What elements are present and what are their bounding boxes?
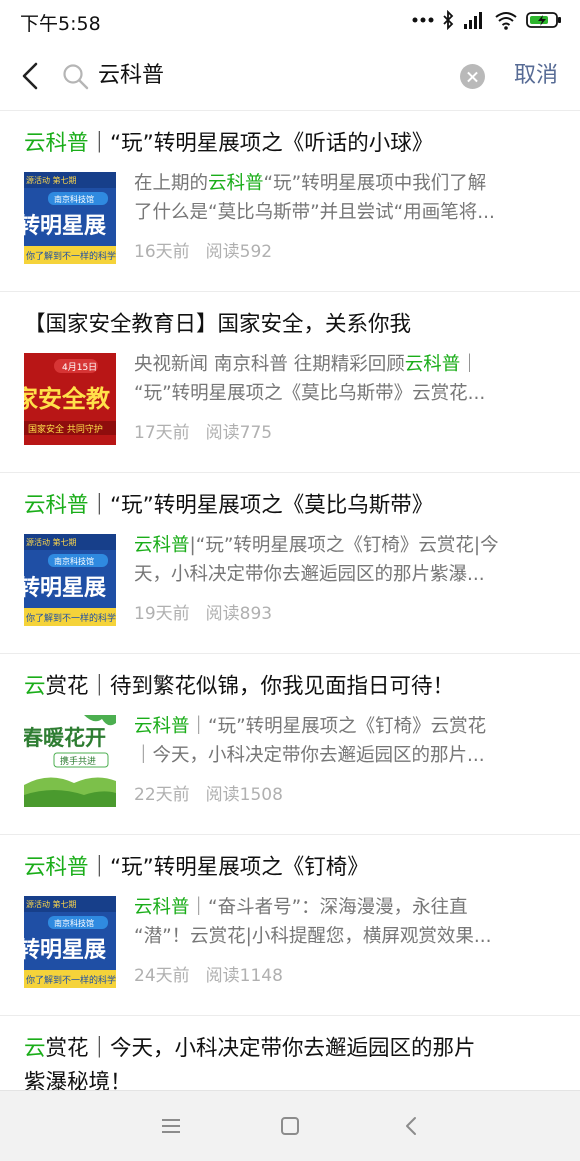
result-title: 【国家安全教育日】国家安全，关系你我 [24, 312, 412, 337]
result-title: 云科普｜“玩”转明星展项之《钉椅》 [24, 855, 369, 880]
status-icons [412, 10, 562, 30]
result-title: 云科普｜“玩”转明星展项之《听话的小球》 [24, 131, 434, 156]
status-bar: 下午5:58 [0, 0, 580, 44]
svg-text:春暖花开: 春暖花开 [24, 726, 106, 750]
result-thumbnail: 4月15日 家安全教 国家安全 共同守护 [24, 353, 116, 445]
svg-text:源活动 第七期: 源活动 第七期 [26, 899, 77, 909]
result-item[interactable]: 云科普｜“玩”转明星展项之《钉椅》 源活动 第七期 南京科技馆 转明星展 你了解… [0, 835, 580, 1016]
clear-icon[interactable] [460, 64, 485, 89]
result-snippet: 云科普|“玩”转明星展项之《钉椅》云赏花|今 天，小科决定带你去邂逅园区的那片紫… [134, 535, 499, 585]
result-title: 云科普｜“玩”转明星展项之《莫比乌斯带》 [24, 493, 434, 518]
result-meta: 19天前 阅读893 [134, 604, 273, 624]
result-snippet: 在上期的云科普“玩”转明星展项中我们了解 了什么是“莫比乌斯带”并且尝试“用画笔… [134, 173, 495, 223]
svg-text:家安全教: 家安全教 [24, 385, 111, 413]
result-title: 云赏花｜待到繁花似锦，你我见面指日可待！ [24, 674, 455, 699]
result-meta: 24天前 阅读1148 [134, 966, 283, 986]
status-time: 下午5:58 [20, 13, 101, 35]
svg-text:携手共进: 携手共进 [60, 755, 96, 767]
back-arrow-icon [22, 62, 38, 90]
system-nav-bar [0, 1090, 580, 1161]
result-snippet: 央视新闻 南京科普 往期精彩回顾云科普｜ “玩”转明星展项之《莫比乌斯带》云赏花… [134, 354, 486, 404]
battery-icon [526, 12, 561, 28]
svg-text:转明星展: 转明星展 [24, 213, 106, 239]
svg-text:转明星展: 转明星展 [24, 575, 106, 601]
result-snippet: 云科普｜“奋斗者号”：深海漫漫，永往直 “潜”！云赏花|小科提醒您，横屏观赏效果… [134, 897, 492, 947]
svg-text:南京科技馆: 南京科技馆 [54, 918, 94, 928]
svg-text:你了解到不一样的科学知: 你了解到不一样的科学知 [26, 250, 116, 262]
svg-text:你了解到不一样的科学知: 你了解到不一样的科学知 [26, 974, 116, 986]
search-icon [63, 64, 89, 90]
thumbnail-image: 源活动 第七期 南京科技馆 转明星展 你了解到不一样的科学知 [24, 534, 116, 626]
thumbnail-image: 4月15日 家安全教 国家安全 共同守护 [24, 353, 116, 445]
result-meta: 16天前 阅读592 [134, 242, 273, 262]
menu-icon [162, 1119, 180, 1133]
svg-text:4月15日: 4月15日 [62, 362, 97, 373]
svg-text:源活动 第七期: 源活动 第七期 [26, 537, 77, 547]
result-item[interactable]: 云科普｜“玩”转明星展项之《听话的小球》 源活动 第七期 南京科技馆 转明星展 … [0, 111, 580, 292]
thumbnail-image: 源活动 第七期 南京科技馆 转明星展 你了解到不一样的科学知 [24, 172, 116, 264]
result-item[interactable]: 云赏花｜今天，小科决定带你去邂逅园区的那片 紫瀑秘境！ [0, 1016, 580, 1096]
home-button[interactable] [275, 1111, 305, 1141]
svg-text:转明星展: 转明星展 [24, 937, 106, 963]
home-icon [281, 1117, 299, 1135]
wifi-icon [495, 12, 517, 30]
result-item[interactable]: 云赏花｜待到繁花似锦，你我见面指日可待！ 春暖花开 携手共进 云科普｜“玩”转明… [0, 654, 580, 835]
menu-button[interactable] [156, 1111, 186, 1141]
back-button[interactable] [14, 56, 48, 96]
svg-text:南京科技馆: 南京科技馆 [54, 556, 94, 566]
svg-text:源活动 第七期: 源活动 第七期 [26, 175, 77, 185]
result-meta: 17天前 阅读775 [134, 423, 273, 443]
results-list: 云科普｜“玩”转明星展项之《听话的小球》 源活动 第七期 南京科技馆 转明星展 … [0, 111, 580, 1096]
cancel-button[interactable]: 取消 [514, 60, 558, 92]
thumbnail-image: 源活动 第七期 南京科技馆 转明星展 你了解到不一样的科学知 [24, 896, 116, 988]
bluetooth-icon [443, 10, 454, 30]
result-snippet: 云科普｜“玩”转明星展项之《钉椅》云赏花 ｜今天，小科决定带你去邂逅园区的那片.… [134, 716, 487, 766]
result-thumbnail: 源活动 第七期 南京科技馆 转明星展 你了解到不一样的科学知 [24, 172, 116, 264]
nav-back-button[interactable] [396, 1111, 426, 1141]
thumbnail-image: 春暖花开 携手共进 [24, 715, 116, 807]
more-dots-icon [412, 17, 434, 23]
search-input[interactable]: 云科普 [98, 60, 164, 92]
svg-text:国家安全 共同守护: 国家安全 共同守护 [28, 423, 103, 435]
result-thumbnail: 源活动 第七期 南京科技馆 转明星展 你了解到不一样的科学知 [24, 534, 116, 626]
result-thumbnail: 春暖花开 携手共进 [24, 715, 116, 807]
svg-text:你了解到不一样的科学知: 你了解到不一样的科学知 [26, 612, 116, 624]
nav-back-icon [406, 1117, 416, 1135]
result-meta: 22天前 阅读1508 [134, 785, 283, 805]
search-bar: 云科普 取消 [0, 44, 580, 111]
signal-icon [464, 12, 482, 29]
result-item[interactable]: 云科普｜“玩”转明星展项之《莫比乌斯带》 源活动 第七期 南京科技馆 转明星展 … [0, 473, 580, 654]
result-item[interactable]: 【国家安全教育日】国家安全，关系你我 4月15日 家安全教 国家安全 共同守护 … [0, 292, 580, 473]
result-thumbnail: 源活动 第七期 南京科技馆 转明星展 你了解到不一样的科学知 [24, 896, 116, 988]
svg-text:南京科技馆: 南京科技馆 [54, 194, 94, 204]
